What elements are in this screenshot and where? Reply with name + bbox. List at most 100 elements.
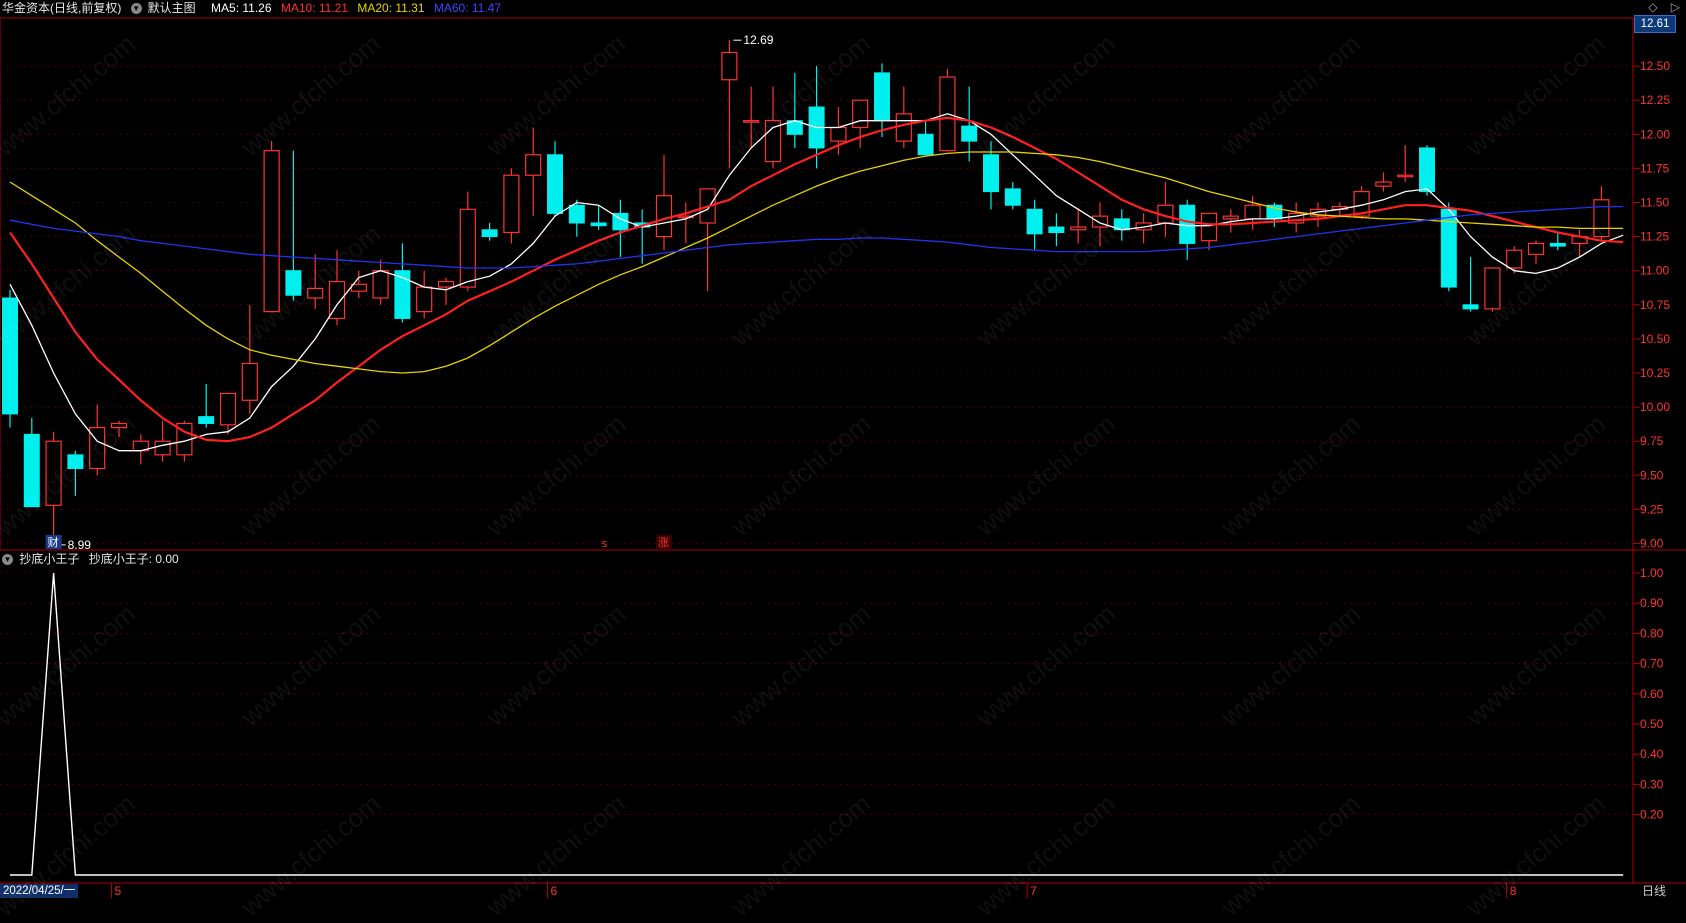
candle — [416, 270, 433, 319]
play-arrow-icon[interactable]: ▷ — [1671, 0, 1680, 14]
y-tick-label: 0.40 — [1640, 747, 1664, 761]
candle — [503, 168, 520, 244]
y-tick-label: 0.50 — [1640, 717, 1664, 731]
y-tick-label: 10.25 — [1640, 366, 1670, 380]
window-controls: ◇ ▷ — [1638, 0, 1680, 14]
candle-body — [1200, 212, 1218, 242]
candle — [1200, 212, 1218, 251]
indicator-header: ▾ 抄底小王子 抄底小王子: 0.00 — [2, 551, 179, 568]
candle-body — [830, 126, 847, 142]
candle — [1135, 213, 1152, 244]
y-tick-label: 9.25 — [1640, 502, 1664, 516]
layout-label: 默认主图 — [147, 1, 196, 15]
y-tick-label: 0.20 — [1640, 808, 1664, 822]
y-tick-label: 11.00 — [1640, 264, 1669, 278]
candle — [1026, 199, 1043, 251]
y-tick-label: 0.70 — [1640, 657, 1664, 671]
candle — [372, 259, 389, 305]
month-label: 5 — [115, 884, 122, 898]
layout-selector[interactable]: ▾ 默认主图 — [130, 1, 202, 15]
candle-body — [655, 195, 673, 238]
candle-body — [503, 174, 520, 234]
candle — [1419, 145, 1435, 196]
candle-body — [547, 154, 563, 214]
candle-body — [1506, 249, 1523, 269]
candle-body — [1004, 188, 1021, 206]
y-tick-label: 9.50 — [1640, 468, 1664, 482]
candle-body — [1179, 204, 1196, 244]
candle — [481, 222, 498, 241]
y-tick-label: 9.75 — [1640, 434, 1664, 448]
candle-body — [154, 440, 171, 456]
candle-body — [917, 133, 934, 156]
candle-body — [1462, 304, 1479, 310]
candle-body — [459, 208, 476, 288]
y-tick-label: 11.50 — [1640, 196, 1669, 210]
candle — [459, 191, 476, 292]
indicator-name[interactable]: 抄底小王子 — [19, 552, 79, 566]
event-marker-s: s — [602, 537, 608, 550]
candle-body — [1070, 226, 1087, 231]
main-chart-header: 华金资本(日线,前复权) ▾ 默认主图 MA5: 11.26 MA10: 11.2… — [2, 0, 507, 17]
candle-body — [852, 99, 869, 129]
candle — [1375, 172, 1392, 192]
candle-body — [416, 286, 433, 313]
y-tick-label: 12.00 — [1640, 127, 1670, 141]
stock-chart-window: 12.50 12.25 12.00 11.75 11.50 11.25 11.00 10.75… — [0, 0, 1686, 922]
candle — [154, 420, 171, 462]
candle-body — [525, 154, 542, 176]
candle-body — [1244, 204, 1261, 220]
month-label: 6 — [551, 884, 558, 898]
candle-body — [372, 270, 389, 299]
candle-body — [1397, 174, 1414, 178]
y-tick-label: 0.30 — [1640, 777, 1664, 791]
event-marker-zhang: 涨 — [658, 536, 669, 549]
y-tick-label: 9.00 — [1640, 537, 1664, 551]
candle — [525, 127, 542, 217]
candle-body — [263, 150, 280, 313]
candle — [1157, 182, 1174, 237]
candle-body — [241, 362, 258, 401]
y-tick-label: 11.75 — [1640, 161, 1669, 175]
y-tick-label: 12.50 — [1640, 59, 1670, 73]
candle — [263, 141, 280, 313]
y-tick-label: 10.75 — [1640, 298, 1670, 312]
y-tick-label: 10.50 — [1640, 332, 1670, 346]
y-tick-label: 0.60 — [1640, 687, 1664, 701]
candle — [394, 243, 411, 323]
ma5-label: MA5: 11.26 — [211, 1, 272, 15]
candle-body — [1375, 181, 1392, 187]
candle — [655, 154, 673, 251]
candle — [895, 86, 912, 148]
y-tick-label: 1.00 — [1640, 566, 1664, 580]
diamond-icon[interactable]: ◇ — [1648, 0, 1657, 14]
chevron-down-icon[interactable]: ▾ — [2, 554, 13, 566]
candle — [1048, 213, 1065, 247]
ma60-label: MA60: 11.47 — [433, 1, 502, 15]
candle-body — [1048, 226, 1065, 234]
candle-body — [481, 229, 498, 238]
candle-body — [350, 283, 367, 292]
y-tick-label: 0.80 — [1640, 626, 1664, 640]
ma20-label: MA20: 11.31 — [357, 1, 425, 15]
candle-body — [198, 416, 215, 424]
stock-title[interactable]: 华金资本(日线,前复权) — [2, 1, 121, 15]
candle — [1179, 199, 1196, 260]
candle-body — [568, 204, 585, 224]
candle — [939, 68, 956, 152]
candle — [1506, 246, 1523, 274]
high-price-label: 12.69 — [743, 33, 773, 47]
candle-body — [895, 113, 912, 142]
candle-body — [1419, 147, 1435, 193]
y-tick-label: 10.00 — [1640, 400, 1670, 414]
y-tick-label: 0.90 — [1640, 596, 1664, 610]
candle — [437, 277, 455, 305]
candle — [677, 202, 694, 244]
event-marker-cai: 财 — [48, 535, 59, 549]
candle-body — [1527, 242, 1545, 255]
candle-body — [219, 392, 237, 426]
current-price-tag: 12.61 — [1634, 15, 1676, 33]
low-price-label: 8.99 — [68, 538, 92, 552]
period-button[interactable]: 日线 — [1642, 884, 1666, 898]
candle-body — [1026, 208, 1043, 235]
